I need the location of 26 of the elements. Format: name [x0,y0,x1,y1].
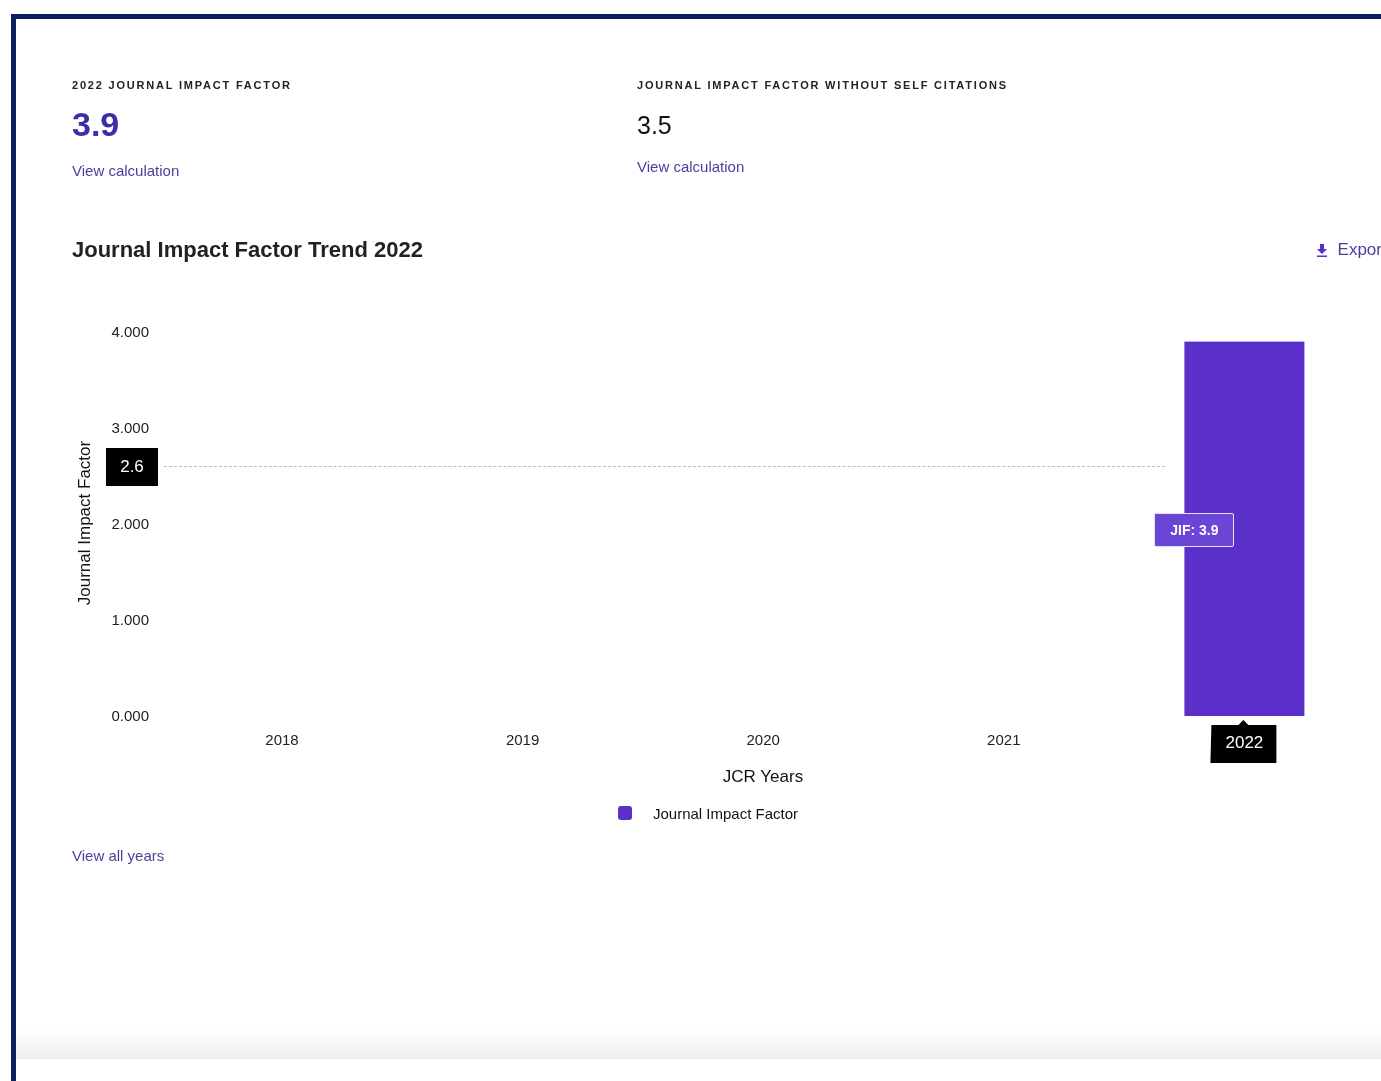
metric-value: 3.9 [72,105,121,144]
view-calculation-link[interactable]: View calculation [72,162,180,179]
x-axis-title: JCR Years [722,767,804,786]
chart-title: Journal Impact Factor Trend 2022 [72,237,423,263]
download-icon [1315,243,1328,257]
average-value-tag: 2.6 [106,448,158,486]
metric-label: 2022 JOURNAL IMPACT FACTOR [72,79,293,91]
y-axis-title: Journal Impact Factor [75,440,94,606]
legend-label: Journal Impact Factor [653,805,799,822]
legend-swatch [618,806,632,820]
x-tick-label: 2020 [746,731,780,748]
x-tick-label: 2018 [265,731,299,748]
y-tick-label: 3.000 [111,419,149,436]
y-tick-label: 4.000 [111,323,149,340]
y-tick-label: 1.000 [111,611,149,628]
x-tick-label: 2021 [987,731,1021,748]
value-tooltip: JIF: 3.9 [1154,513,1235,547]
export-button[interactable]: Expor [1315,240,1381,260]
view-all-years-link[interactable]: View all years [72,847,1381,864]
x-tick-label: 2022 [1225,733,1264,752]
y-tick-label: 0.000 [111,707,149,724]
metric-value: 3.5 [637,111,673,140]
metric-label: JOURNAL IMPACT FACTOR WITHOUT SELF CITATIONS [637,79,1009,91]
y-tick-label: 2.000 [111,515,149,532]
x-tick-label: 2019 [505,731,540,748]
view-calculation-link[interactable]: View calculation [637,158,745,175]
